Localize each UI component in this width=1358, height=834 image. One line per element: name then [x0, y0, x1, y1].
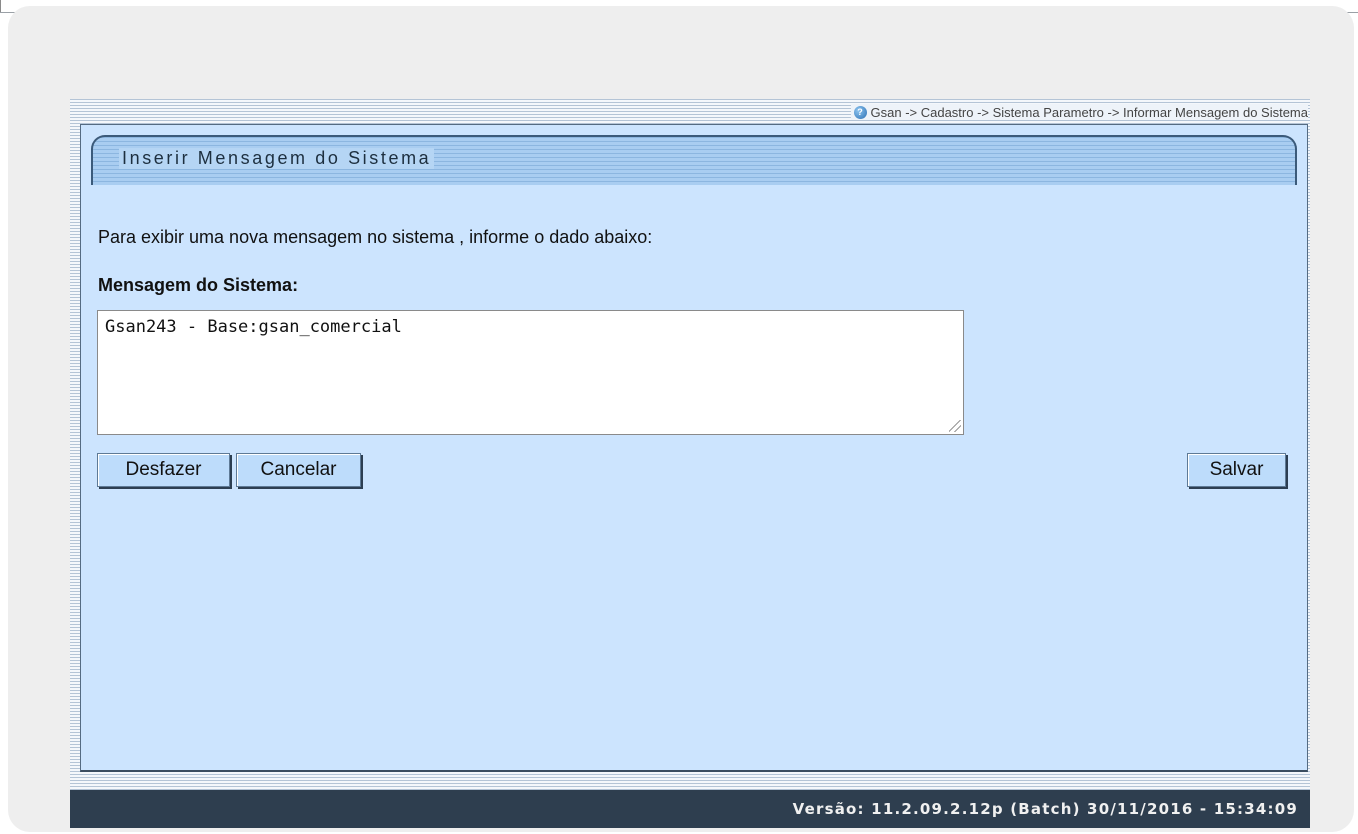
- save-button[interactable]: Salvar: [1187, 453, 1286, 487]
- breadcrumb-text: Gsan -> Cadastro -> Sistema Parametro ->…: [870, 104, 1308, 120]
- cancel-button[interactable]: Cancelar: [236, 453, 361, 487]
- window-edge: [0, 0, 1, 12]
- instruction-text: Para exibir uma nova mensagem no sistema…: [98, 227, 653, 247]
- version-text: Versão: 11.2.09.2.12p (Batch) 30/11/2016…: [792, 800, 1298, 818]
- message-field-label: Mensagem do Sistema:: [98, 275, 299, 295]
- panel-title-bar: Inserir Mensagem do Sistema: [91, 135, 1297, 185]
- message-textarea[interactable]: Gsan243 - Base:gsan_comercial: [97, 310, 964, 435]
- undo-button[interactable]: Desfazer: [97, 453, 230, 487]
- message-value: Gsan243 - Base:gsan_comercial: [105, 317, 402, 337]
- breadcrumb: ? Gsan -> Cadastro -> Sistema Parametro …: [850, 104, 1308, 120]
- version-footer: Versão: 11.2.09.2.12p (Batch) 30/11/2016…: [70, 790, 1310, 828]
- form-panel: Inserir Mensagem do Sistema Para exibir …: [80, 124, 1308, 772]
- page-title: Inserir Mensagem do Sistema: [119, 148, 435, 169]
- help-icon[interactable]: ?: [853, 105, 867, 119]
- resize-grip-icon[interactable]: [949, 420, 961, 432]
